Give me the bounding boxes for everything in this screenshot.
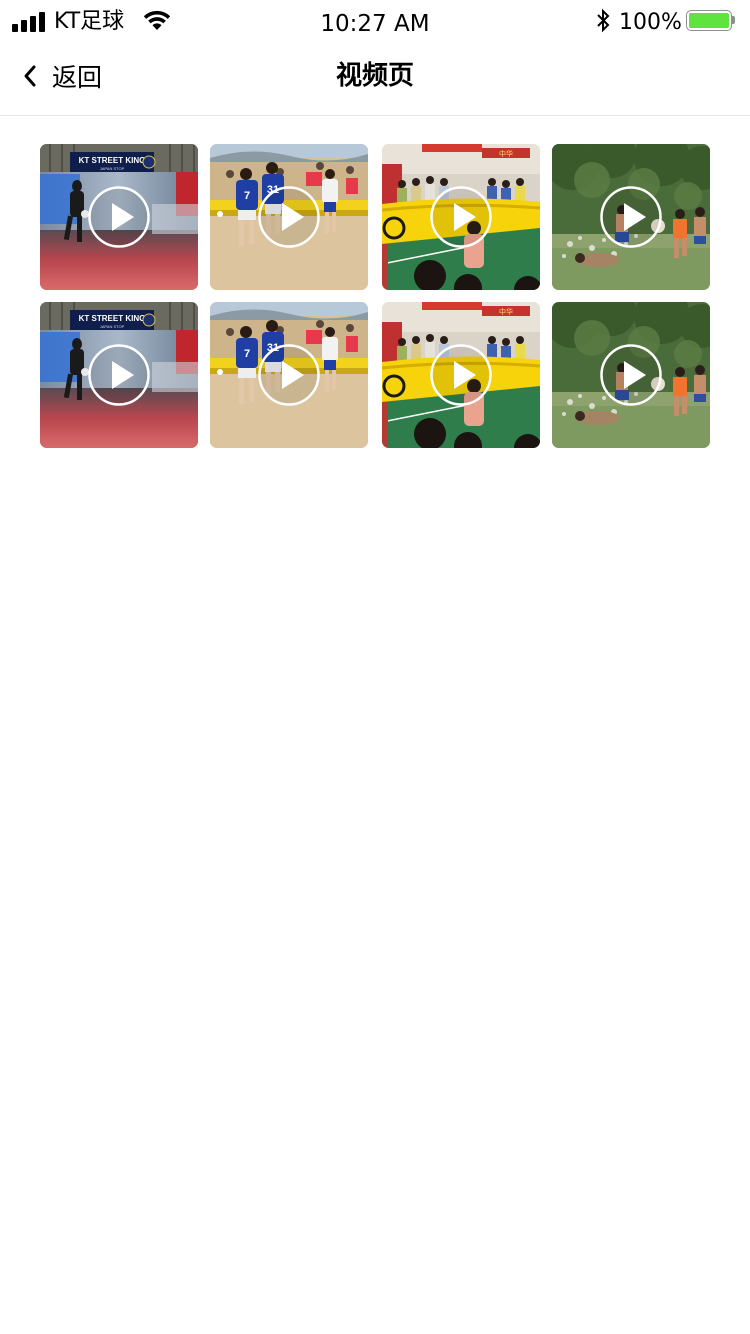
banner-text: KT STREET KING [79, 156, 146, 165]
banner-subtext: JAPAN STOP [100, 324, 125, 329]
banner-subtext: JAPAN STOP [100, 166, 125, 171]
play-icon[interactable] [430, 344, 492, 406]
play-icon[interactable] [88, 186, 150, 248]
chevron-left-icon [24, 65, 36, 87]
video-thumbnail[interactable]: KT STREET KING JAPAN STOP [40, 302, 198, 448]
page-title: 视频页 [335, 61, 414, 91]
board-text: 中华 [499, 307, 513, 316]
status-bar: KT足球 10:27 AM 100% [0, 0, 750, 44]
video-thumbnail[interactable]: 7 31 [210, 302, 368, 448]
bluetooth-icon [597, 8, 610, 33]
play-icon[interactable] [88, 344, 150, 406]
video-thumbnail[interactable] [552, 302, 710, 448]
play-icon[interactable] [600, 344, 662, 406]
play-icon[interactable] [258, 186, 320, 248]
back-button[interactable]: 返回 [20, 56, 102, 96]
battery-percent: 100% [619, 10, 682, 35]
jersey-number: 7 [244, 348, 250, 360]
video-thumbnail[interactable] [552, 144, 710, 290]
board-text: 中华 [499, 149, 513, 158]
jersey-number: 7 [244, 190, 250, 202]
video-thumbnail[interactable]: 中华 [382, 144, 540, 290]
battery-icon [686, 10, 735, 31]
video-thumbnail[interactable]: 中华 [382, 302, 540, 448]
video-thumbnail[interactable]: KT STREET KING JAPAN STOP [40, 144, 198, 290]
nav-bar: 返回 视频页 [0, 44, 750, 116]
play-icon[interactable] [430, 186, 492, 248]
video-thumbnail[interactable]: 7 31 [210, 144, 368, 290]
banner-text: KT STREET KING [79, 314, 146, 323]
play-icon[interactable] [258, 344, 320, 406]
play-icon[interactable] [600, 186, 662, 248]
back-label: 返回 [52, 63, 103, 92]
